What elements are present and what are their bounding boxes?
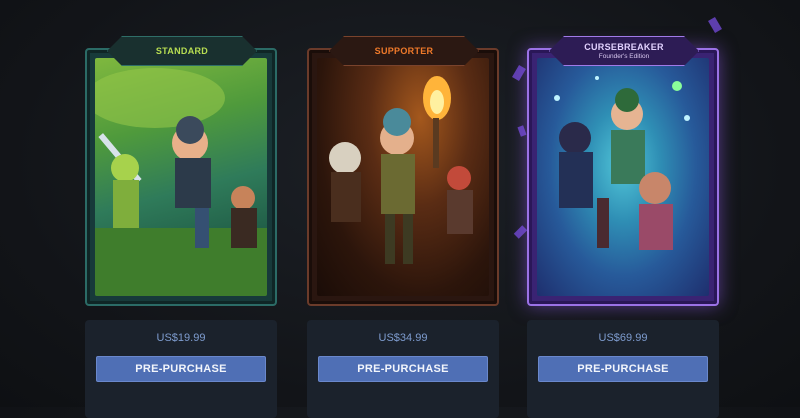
card-artwork: [537, 58, 709, 296]
edition-price: US$69.99: [598, 332, 648, 344]
card-artwork: [317, 58, 489, 296]
standard-artwork-image: [95, 68, 267, 296]
edition-title: CURSEBREAKER: [584, 42, 664, 52]
edition-price: US$34.99: [378, 332, 428, 344]
edition-subtitle: Founder's Edition: [598, 53, 650, 60]
decorative-shard: [708, 16, 722, 34]
card-frame: STANDARD: [85, 36, 277, 306]
price-panel: US$69.99 PRE-PURCHASE: [527, 320, 719, 418]
decorative-shard: [513, 225, 528, 239]
pre-purchase-button[interactable]: PRE-PURCHASE: [96, 356, 266, 382]
edition-card-supporter: SUPPORTER US$34.99 PRE-PURCHASE: [307, 36, 499, 418]
supporter-artwork-image: [329, 76, 473, 264]
edition-title: SUPPORTER: [374, 46, 434, 56]
decorative-shard: [512, 64, 526, 82]
card-artwork: [95, 58, 267, 296]
edition-card-cursebreaker: CURSEBREAKER Founder's Edition US$69.99 …: [512, 16, 722, 418]
edition-title-plate: SUPPORTER: [329, 36, 479, 66]
edition-title: STANDARD: [155, 46, 209, 56]
pre-purchase-button[interactable]: PRE-PURCHASE: [538, 356, 708, 382]
card-frame: CURSEBREAKER Founder's Edition: [527, 36, 719, 306]
price-panel: US$19.99 PRE-PURCHASE: [85, 320, 277, 418]
decorative-shard: [517, 125, 527, 137]
price-panel: US$34.99 PRE-PURCHASE: [307, 320, 499, 418]
edition-price: US$19.99: [156, 332, 206, 344]
edition-card-standard: STANDARD US$19.99 PRE-PURCHASE: [85, 36, 277, 418]
edition-title-plate: CURSEBREAKER Founder's Edition: [549, 36, 699, 66]
pre-purchase-button[interactable]: PRE-PURCHASE: [318, 356, 488, 382]
card-frame: SUPPORTER: [307, 36, 499, 306]
cursebreaker-artwork-image: [554, 76, 690, 250]
edition-title-plate: STANDARD: [107, 36, 257, 66]
